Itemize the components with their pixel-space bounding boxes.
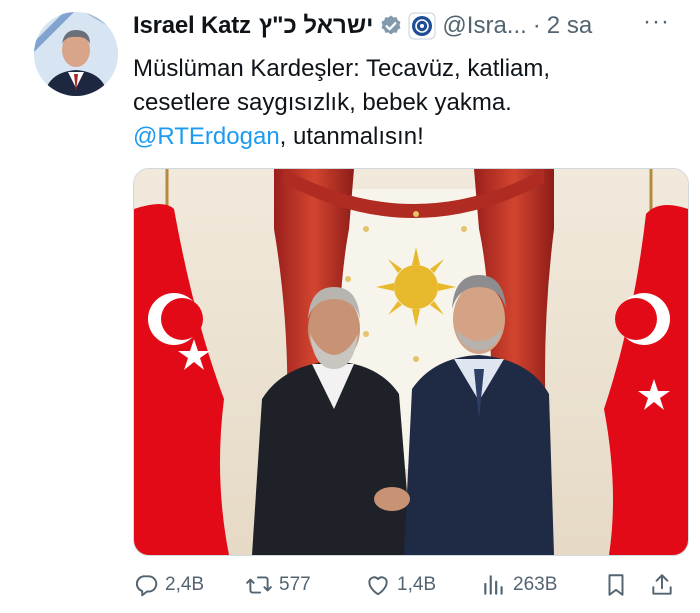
views-button[interactable]: 263B (481, 572, 603, 598)
mention-link[interactable]: @RTErdogan (133, 123, 280, 150)
reply-count: 2,4B (165, 574, 205, 595)
tweet-timestamp[interactable]: 2 sa (547, 12, 592, 40)
repost-icon (246, 576, 272, 594)
tweet-text-line: Müslüman Kardeşler: Tecavüz, katliam, (133, 55, 551, 82)
author-handle[interactable]: @Isra... (442, 12, 526, 40)
tweet-actions: 2,4B 577 1,4B 263B (133, 566, 689, 604)
tweet-text-tail: , utanmalısın! (279, 123, 424, 150)
author-name[interactable]: Israel Katz (133, 12, 251, 40)
author-name-hebrew[interactable]: ישראל כ"ץ (259, 12, 374, 40)
views-icon (484, 575, 503, 595)
verified-badge-icon[interactable] (379, 14, 403, 38)
share-icon (652, 574, 672, 595)
author-avatar[interactable] (34, 12, 118, 96)
more-icon[interactable]: ··· (643, 8, 670, 36)
reply-icon (135, 575, 158, 597)
bookmark-icon (608, 574, 624, 596)
org-badge-icon[interactable] (408, 12, 436, 40)
tweet-text-line: cesetlere saygısızlık, bebek yakma. (133, 89, 512, 116)
photo-illustration (134, 169, 688, 555)
tweet-text-line: @RTErdogan, utanmalısın! (133, 120, 683, 154)
reply-button[interactable]: 2,4B (133, 572, 245, 598)
tweet-header: Israel Katz ישראל כ"ץ @Isra... · 2 sa ··… (133, 8, 688, 44)
share-button[interactable] (649, 572, 681, 598)
like-button[interactable]: 1,4B (365, 572, 481, 598)
bookmark-button[interactable] (603, 572, 649, 598)
repost-button[interactable]: 577 (245, 572, 365, 598)
tweet-text: Müslüman Kardeşler: Tecavüz, katliam, ce… (133, 52, 683, 154)
like-count: 1,4B (397, 574, 437, 595)
repost-count: 577 (279, 574, 311, 595)
header-separator: · (532, 12, 541, 39)
views-count: 263B (513, 574, 558, 595)
tweet-photo[interactable] (133, 168, 689, 556)
like-icon (368, 576, 388, 596)
